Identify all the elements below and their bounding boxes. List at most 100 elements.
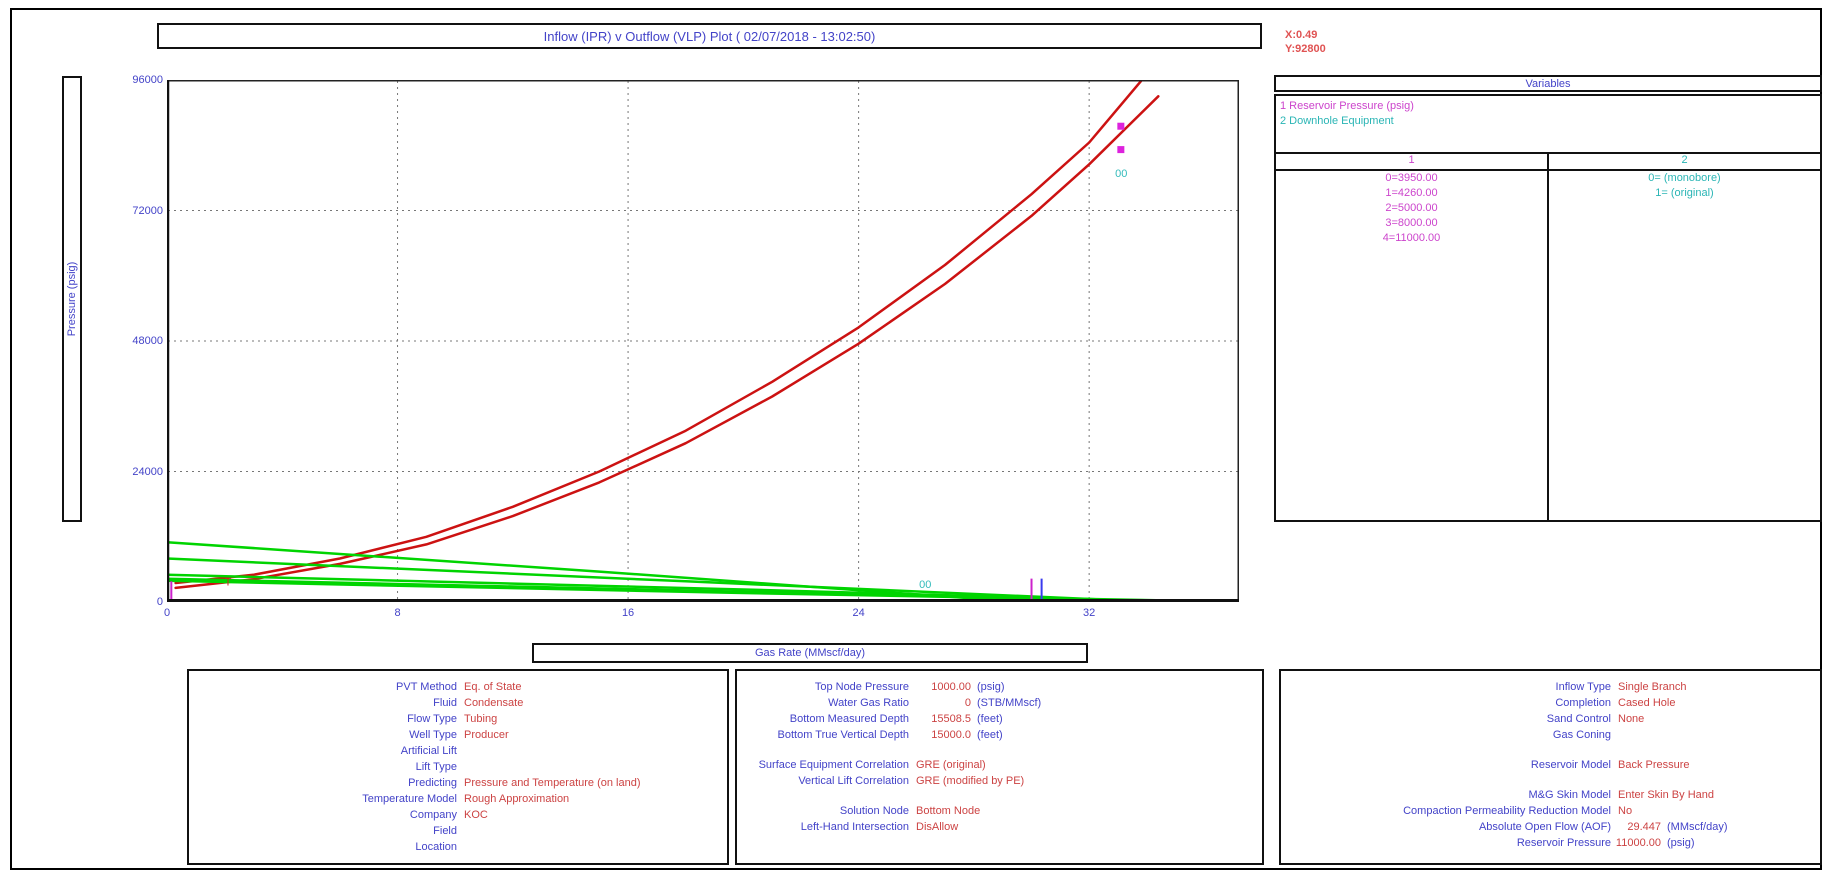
variables-cell: 0=3950.00 xyxy=(1385,172,1438,184)
field-row: Temperature Model Rough Approximation xyxy=(189,791,727,807)
field-label: Completion xyxy=(1555,697,1611,709)
node-summary-panel: Top Node Pressure 1000.00 (psig) Water Gas … xyxy=(735,669,1264,865)
field-label: Bottom True Vertical Depth xyxy=(777,729,909,741)
x-tick-label: 32 xyxy=(1083,607,1096,619)
field-label: PVT Method xyxy=(396,681,457,693)
variables-panel-title: Variables xyxy=(1274,75,1822,92)
field-value xyxy=(457,823,464,839)
ipr-vlp-chart[interactable]: 00 00 T xyxy=(167,80,1239,602)
field-row: Reservoir Model Back Pressure xyxy=(1281,757,1820,773)
series-VLP Downhole Equipment 1= (original) xyxy=(174,95,1160,590)
field-value: None xyxy=(1618,713,1645,725)
field-row: Surface Equipment Correlation GRE (origin… xyxy=(737,757,1262,773)
y-tick-label: 96000 xyxy=(132,74,163,86)
field-row: Location xyxy=(189,839,727,855)
variables-legend-item: 2 Downhole Equipment xyxy=(1280,115,1394,127)
field-row: Vertical Lift Correlation GRE (modified b… xyxy=(737,773,1262,789)
field-row: Inflow Type Single Branch xyxy=(1281,679,1820,695)
field-value: GRE (original) xyxy=(916,759,986,771)
x-tick-label: 8 xyxy=(394,607,401,619)
field-value: Condensate xyxy=(464,697,524,709)
crosshair-y: Y:92800 xyxy=(1285,43,1326,55)
field-row: Top Node Pressure 1000.00 (psig) xyxy=(737,679,1262,695)
field-row: Compaction Permeability Reduction Model N… xyxy=(1281,803,1820,819)
field-row: Sand Control None xyxy=(1281,711,1820,727)
field-label: Reservoir Pressure xyxy=(1516,837,1611,849)
field-value: Cased Hole xyxy=(1618,697,1676,709)
variables-column-header: 1 xyxy=(1276,154,1547,171)
field-label: Location xyxy=(415,841,457,853)
field-label: Flow Type xyxy=(407,713,457,725)
variables-column-header: 2 xyxy=(1549,154,1820,171)
field-label: Left-Hand Intersection xyxy=(800,821,909,833)
y-tick-label: 72000 xyxy=(132,204,163,217)
field-row: Flow Type Tubing xyxy=(189,711,727,727)
field-value xyxy=(457,759,464,775)
field-unit: (psig) xyxy=(977,681,1005,693)
plot-window: Inflow (IPR) v Outflow (VLP) Plot ( 02/0… xyxy=(10,8,1822,870)
field-value: KOC xyxy=(464,809,488,821)
variables-column: 1 0=3950.00 1=4260.00 2=5000.00 3=8000.00 4=1… xyxy=(1276,154,1547,520)
field-label: Fluid xyxy=(433,697,457,709)
field-value: 11000.00 xyxy=(1615,837,1661,849)
series-VLP Downhole Equipment 0= (monobore) xyxy=(174,80,1143,585)
variables-panel: Variables 1 Reservoir Pressure (psig) 2 D… xyxy=(1274,75,1822,522)
field-value xyxy=(457,743,464,759)
field-value: Eq. of State xyxy=(464,681,522,693)
point-label: 00 xyxy=(1115,168,1127,180)
field-row: Fluid Condensate xyxy=(189,695,727,711)
field-value: Bottom Node xyxy=(916,805,981,817)
field-value xyxy=(457,839,464,855)
series-IPR Reservoir Pressure 0=3950.00 xyxy=(167,579,1224,602)
field-value: Producer xyxy=(464,729,509,741)
field-unit: (feet) xyxy=(977,713,1003,725)
variables-cell: 1=4260.00 xyxy=(1385,187,1438,199)
series-IPR Reservoir Pressure 3=8000.00 xyxy=(167,557,1149,602)
field-row: Predicting Pressure and Temperature (on l… xyxy=(189,775,727,791)
field-label: Compaction Permeability Reduction Model xyxy=(1403,805,1611,817)
plot-area[interactable]: 00 00 T 0 24000 48000 72000 96000 0 8 16 24 32 xyxy=(132,74,1239,619)
variables-table: 1 0=3950.00 1=4260.00 2=5000.00 3=8000.00 4=1… xyxy=(1276,152,1820,520)
variables-cell: 2=5000.00 xyxy=(1385,202,1438,214)
intersection-marker xyxy=(1117,122,1125,130)
field-value xyxy=(1611,727,1618,743)
field-value: 29.447 xyxy=(1627,821,1661,833)
field-value: Rough Approximation xyxy=(464,793,570,805)
field-unit: (feet) xyxy=(977,729,1003,741)
field-label: Water Gas Ratio xyxy=(828,697,909,709)
field-row: Lift Type xyxy=(189,759,727,775)
system-summary-panel: PVT Method Eq. of State Fluid Condensate Flo… xyxy=(187,669,729,865)
variables-cell: 0= (monobore) xyxy=(1648,172,1721,184)
variables-cell: 1= (original) xyxy=(1655,187,1714,199)
field-unit: (MMscf/day) xyxy=(1667,821,1728,833)
field-value: 1000.00 xyxy=(931,681,971,693)
point-label: 00 xyxy=(919,579,931,591)
x-tick-label: 16 xyxy=(621,607,635,619)
field-label: Lift Type xyxy=(415,761,457,773)
field-value: No xyxy=(1618,805,1633,817)
variables-legend: 1 Reservoir Pressure (psig) 2 Downhole Eq… xyxy=(1276,96,1820,131)
field-row: Reservoir Pressure 11000.00 (psig) xyxy=(1281,835,1820,851)
field-label: Absolute Open Flow (AOF) xyxy=(1478,821,1611,833)
y-tick-label: 24000 xyxy=(132,465,163,478)
x-tick-label: 0 xyxy=(163,607,171,619)
field-value: Enter Skin By Hand xyxy=(1618,789,1714,801)
field-row: Gas Coning xyxy=(1281,727,1820,743)
field-label: Well Type xyxy=(409,729,457,741)
field-label: Predicting xyxy=(408,777,457,789)
field-row: M&G Skin Model Enter Skin By Hand xyxy=(1281,787,1820,803)
field-row: Left-Hand Intersection DisAllow xyxy=(737,819,1262,835)
crosshair-readout: X:0.49 Y:92800 xyxy=(1285,28,1326,56)
plot-title: Inflow (IPR) v Outflow (VLP) Plot ( 02/0… xyxy=(157,23,1262,49)
field-label: Artificial Lift xyxy=(400,745,457,757)
field-value: 15000.0 xyxy=(931,729,971,741)
field-row: Field xyxy=(189,823,727,839)
field-value: 0 xyxy=(964,697,971,709)
field-row: Artificial Lift xyxy=(189,743,727,759)
x-tick-label: 24 xyxy=(852,607,865,619)
field-value: Single Branch xyxy=(1618,681,1687,693)
field-unit: (STB/MMscf) xyxy=(977,697,1042,709)
variables-cell: 4=11000.00 xyxy=(1382,232,1441,244)
field-row: Completion Cased Hole xyxy=(1281,695,1820,711)
variables-cell: 3=8000.00 xyxy=(1385,217,1438,229)
